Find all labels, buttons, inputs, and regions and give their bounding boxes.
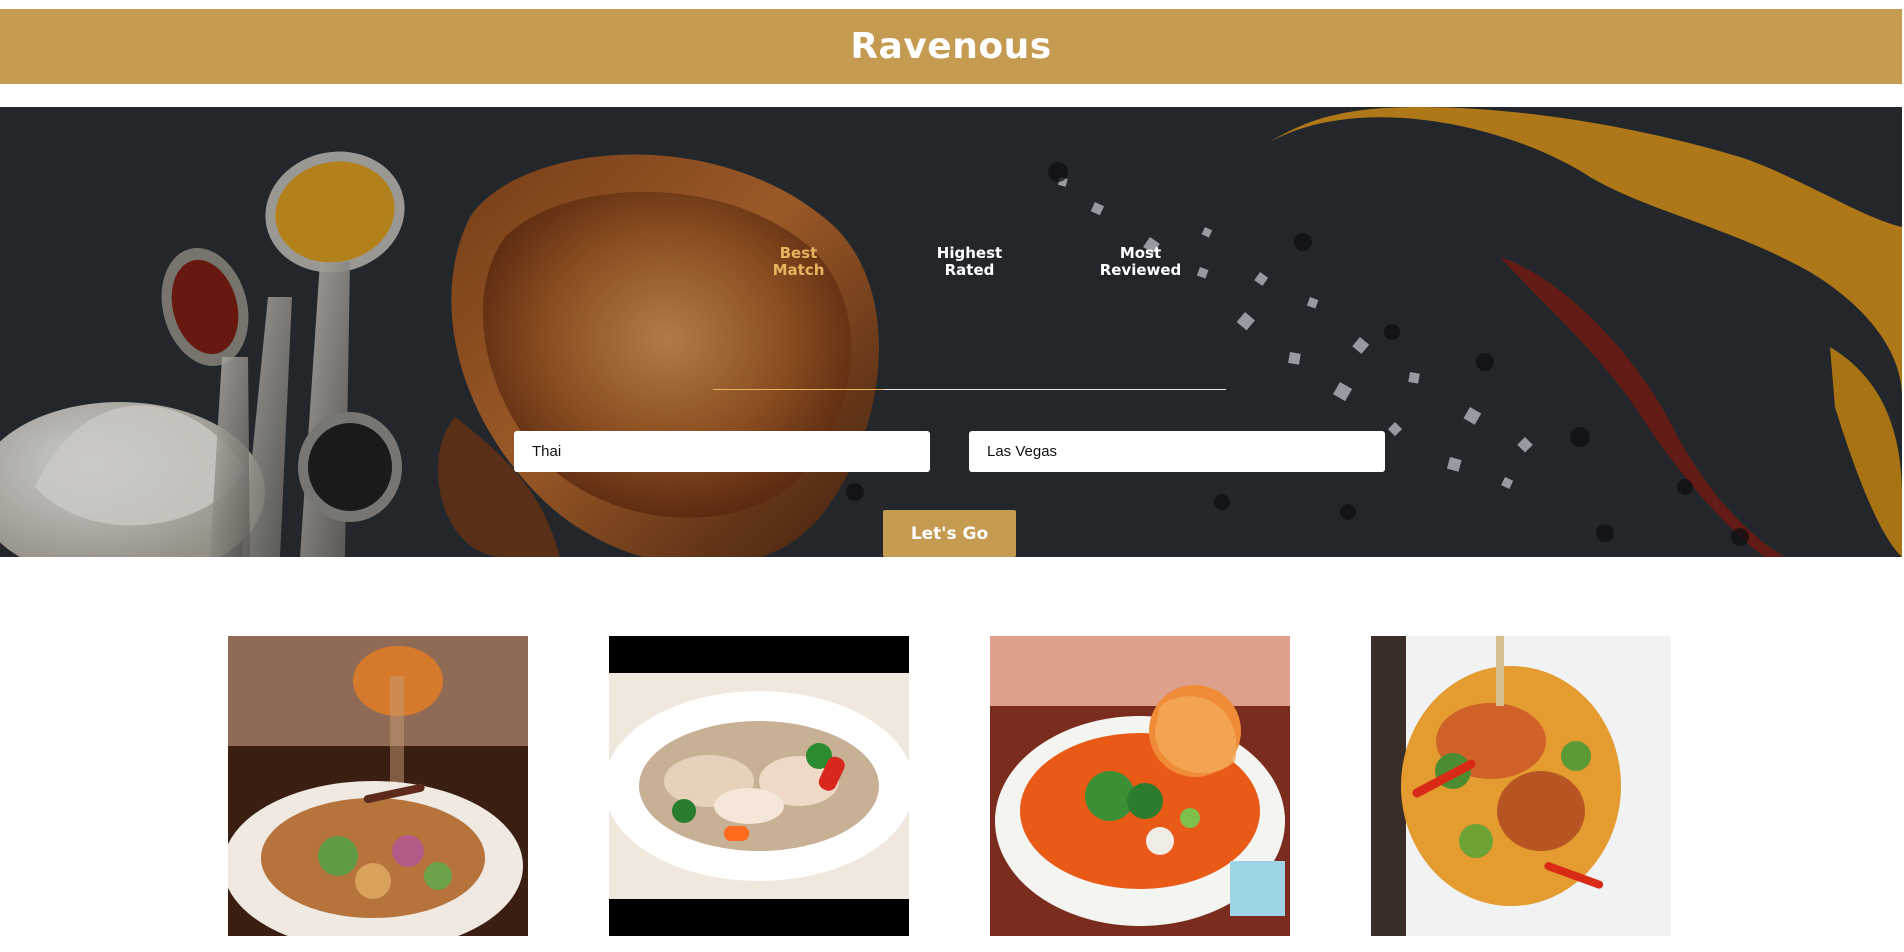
stir-fry-chicken-photo [609,636,909,936]
result-card[interactable] [1371,636,1671,936]
sort-tabs: Best Match Highest Rated Most Reviewed [713,242,1226,390]
tabs-underline [713,389,1226,390]
site-header: Ravenous [0,9,1902,84]
ravenous-page: Ravenous Best Match Highest Rated Most R… [0,0,1904,952]
search-panel: Best Match Highest Rated Most Reviewed L… [0,107,1902,557]
site-title: Ravenous [850,26,1052,67]
result-card[interactable] [228,636,528,936]
thai-salad-photo [228,636,528,936]
search-term-input[interactable] [514,431,930,472]
tab-highest-rated[interactable]: Highest Rated [884,242,1055,282]
tab-most-reviewed-label: Most Reviewed [1099,244,1182,279]
tab-highest-rated-label: Highest Rated [936,244,1003,279]
result-card[interactable] [609,636,909,936]
result-card[interactable] [990,636,1290,936]
lets-go-button[interactable]: Let's Go [883,510,1016,557]
active-tab-underline [713,389,884,390]
tab-most-reviewed[interactable]: Most Reviewed [1055,242,1226,282]
location-input[interactable] [969,431,1385,472]
spicy-crawfish-photo [1371,636,1671,936]
tab-best-match[interactable]: Best Match [713,242,884,282]
tab-best-match-label: Best Match [772,244,825,279]
curry-noodle-soup-photo [990,636,1290,936]
results-list [0,636,1904,936]
search-hero: Best Match Highest Rated Most Reviewed L… [0,107,1902,557]
